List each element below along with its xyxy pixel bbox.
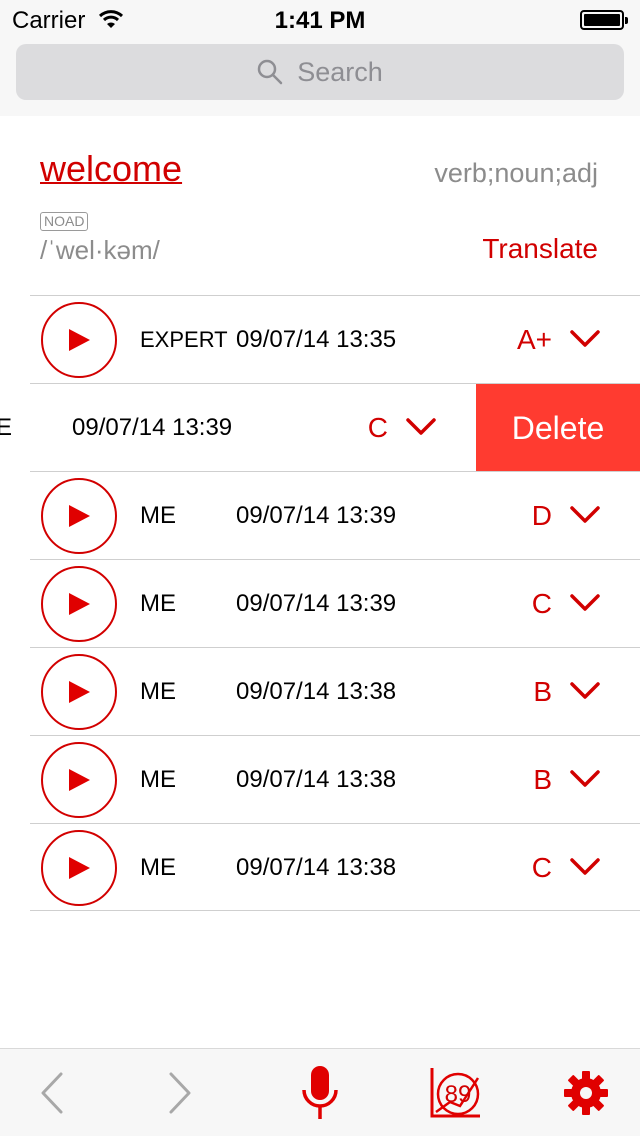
- grade-label: C: [531, 588, 552, 619]
- forward-arrow-icon: [169, 1072, 191, 1114]
- recording-row[interactable]: ME 09/07/14 13:39 C: [30, 559, 640, 647]
- grade-label: B: [533, 676, 552, 707]
- timestamp: 09/07/14 13:38: [236, 678, 397, 705]
- settings-button[interactable]: [556, 1049, 616, 1136]
- timestamp: 09/07/14 13:39: [72, 414, 233, 441]
- grade-label: B: [533, 764, 552, 795]
- timestamp: 09/07/14 13:39: [236, 502, 397, 529]
- timestamp: 09/07/14 13:38: [236, 854, 397, 881]
- play-button[interactable]: [41, 566, 117, 642]
- grade-label: C: [367, 412, 388, 443]
- speaker-label: ME: [140, 678, 176, 705]
- clock: 1:41 PM: [274, 7, 366, 34]
- play-icon: [69, 769, 90, 791]
- back-button[interactable]: [22, 1049, 82, 1136]
- speaker-label: ME: [140, 590, 176, 617]
- play-icon: [69, 681, 90, 703]
- grade-label: C: [531, 852, 552, 883]
- swiped-row-content[interactable]: ME 09/07/14 13:39 C: [0, 384, 476, 472]
- recording-row[interactable]: EXPERT 09/07/14 13:35 A+: [30, 295, 640, 383]
- chevron-down-icon[interactable]: [570, 593, 600, 613]
- screen: Carrier 1:41 PM Search welcome verb;noun…: [0, 0, 640, 1136]
- search-icon: [257, 59, 283, 85]
- score-value: 89: [444, 1081, 472, 1108]
- delete-button[interactable]: Delete: [476, 384, 640, 472]
- chevron-down-icon[interactable]: [570, 857, 600, 877]
- microphone-icon: [302, 1066, 338, 1119]
- recording-row-swiped[interactable]: ME 09/07/14 13:39 C Delete: [0, 383, 640, 472]
- play-button[interactable]: [41, 742, 117, 818]
- play-icon: [69, 505, 90, 527]
- timestamp: 09/07/14 13:35: [236, 326, 397, 353]
- score-chart-icon: 89: [426, 1066, 482, 1120]
- headword-link[interactable]: welcome: [40, 148, 182, 190]
- source-badge: NOAD: [40, 212, 89, 231]
- speaker-label: ME: [140, 854, 176, 881]
- battery-icon: [580, 10, 628, 30]
- record-button[interactable]: [290, 1049, 350, 1136]
- chevron-down-icon[interactable]: [570, 681, 600, 701]
- recording-row[interactable]: ME 09/07/14 13:39 D: [30, 471, 640, 559]
- translate-button[interactable]: Translate: [482, 233, 598, 265]
- back-arrow-icon: [41, 1072, 63, 1114]
- timestamp: 09/07/14 13:39: [236, 590, 397, 617]
- search-bar[interactable]: Search: [16, 44, 624, 100]
- score-button[interactable]: 89: [422, 1049, 486, 1136]
- part-of-speech: verb;noun;adj: [434, 158, 598, 188]
- settings-gear-icon: [564, 1071, 608, 1115]
- chevron-down-icon[interactable]: [406, 417, 436, 437]
- speaker-label: EXPERT: [140, 327, 228, 352]
- header: Carrier 1:41 PM Search: [0, 0, 640, 116]
- play-button[interactable]: [41, 478, 117, 554]
- grade-label: D: [531, 500, 552, 531]
- play-button[interactable]: [41, 830, 117, 906]
- status-bar: Carrier 1:41 PM: [0, 0, 640, 40]
- play-button[interactable]: [41, 302, 117, 378]
- chevron-down-icon[interactable]: [570, 769, 600, 789]
- play-button[interactable]: [41, 654, 117, 730]
- bottom-toolbar: 89: [0, 1048, 640, 1136]
- recording-row[interactable]: ME 09/07/14 13:38 B: [30, 647, 640, 735]
- timestamp: 09/07/14 13:38: [236, 766, 397, 793]
- search-placeholder[interactable]: Search: [297, 57, 383, 88]
- speaker-label: ME: [140, 766, 176, 793]
- recording-row[interactable]: ME 09/07/14 13:38 B: [30, 735, 640, 823]
- speaker-label: ME: [0, 414, 12, 441]
- speaker-label: ME: [140, 502, 176, 529]
- forward-button[interactable]: [150, 1049, 210, 1136]
- chevron-down-icon[interactable]: [570, 329, 600, 349]
- play-icon: [69, 857, 90, 879]
- pronunciation: /ˈwel·kəm/: [40, 235, 160, 265]
- recording-row[interactable]: ME 09/07/14 13:38 C: [30, 823, 640, 911]
- chevron-down-icon[interactable]: [570, 505, 600, 525]
- play-icon: [69, 329, 90, 351]
- grade-label: A+: [516, 324, 552, 355]
- play-icon: [69, 593, 90, 615]
